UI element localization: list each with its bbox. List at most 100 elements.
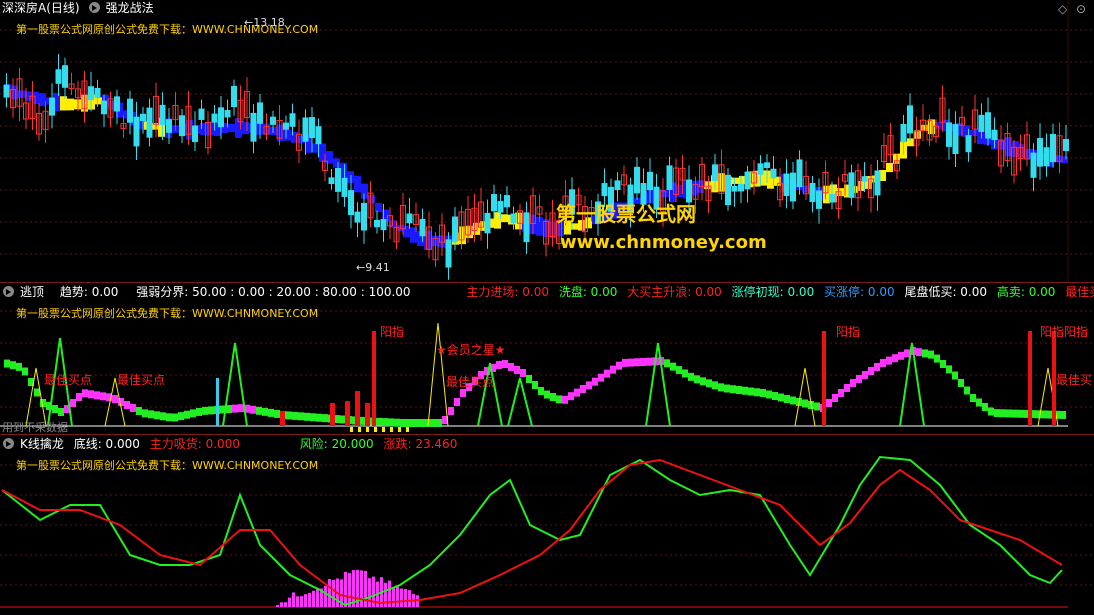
oscillator-block: [394, 418, 400, 427]
trend-band-block: [375, 202, 382, 213]
trend-band-block: [340, 162, 347, 178]
oscillator-block: [406, 419, 412, 427]
red-short-bar: [345, 401, 350, 426]
escape-top-header: 逃顶 趋势: 0.00 强弱分界: 50.00 : 0.00 : 20.00 :…: [0, 284, 1094, 300]
oscillator-block: [682, 369, 688, 378]
settings-diamond-icon[interactable]: ◇: [1058, 2, 1067, 16]
candle-body: [731, 185, 738, 192]
period-label: (日线): [46, 1, 80, 15]
oscillator-block: [94, 391, 100, 400]
accumulation-bar: [312, 590, 315, 607]
candle-body: [445, 239, 452, 268]
oscillator-block: [310, 413, 316, 422]
oscillator-block: [1012, 409, 1018, 418]
candle-body: [1063, 139, 1069, 152]
oscillator-block: [736, 386, 742, 394]
accumulation-bar: [296, 596, 299, 607]
candle-body: [991, 129, 998, 141]
candle-body: [380, 218, 387, 231]
accumulation-bar: [400, 588, 403, 607]
main-chart-panel[interactable]: 深深房A(日线) 强龙战法 第一股票公式网原创公式免费下载：WWW.CHNMONE…: [0, 0, 1094, 282]
oscillator-block: [556, 395, 562, 404]
indicator-name[interactable]: 强龙战法: [106, 1, 154, 15]
candle-body: [634, 166, 640, 194]
trend-band-block: [277, 124, 284, 142]
oscillator-block: [718, 383, 724, 392]
candle-body: [250, 112, 257, 142]
oscillator-block: [16, 362, 22, 371]
kline-dragon-panel[interactable]: K线擒龙 底线: 0.000 主力吸货: 0.000 风险: 20.000 涨跌…: [0, 434, 1094, 615]
candle-body: [614, 180, 621, 191]
candle-body: [1043, 147, 1050, 167]
oscillator-block: [598, 373, 604, 382]
oscillator-block: [274, 409, 280, 418]
indicator-toggle-icon[interactable]: [3, 438, 14, 449]
oscillator-block: [712, 381, 718, 390]
oscillator-block: [604, 369, 610, 378]
candle-body: [218, 107, 224, 128]
risk-line: [1, 455, 1063, 607]
trend-line: [1, 458, 1063, 605]
trend-band-block: [186, 120, 193, 140]
indicator-toggle-icon[interactable]: [88, 2, 100, 13]
candle-body: [315, 126, 322, 145]
candle-body: [965, 135, 972, 153]
oscillator-block: [544, 390, 550, 399]
oscillator-block: [874, 363, 880, 371]
oscillator-block: [460, 389, 466, 397]
collapse-icon[interactable]: ⊙: [1076, 2, 1086, 16]
candle-body: [978, 114, 985, 132]
candle-body: [146, 107, 153, 138]
candle-body: [848, 172, 855, 198]
cyan-bar: [216, 378, 219, 426]
oscillator-block: [856, 375, 862, 383]
candle-body: [198, 108, 205, 120]
candle-body: [1030, 152, 1037, 178]
oscillator-block: [268, 408, 274, 417]
mid-item: 涨停初现: 0.00: [731, 285, 815, 299]
oscillator-block: [802, 399, 808, 408]
indicator-name[interactable]: 逃顶: [20, 285, 44, 299]
mid-item: 尾盘低买: 0.00: [904, 285, 988, 299]
candle-body: [127, 98, 133, 123]
oscillator-block: [190, 409, 196, 418]
trend-band-block: [228, 123, 235, 133]
escape-top-panel[interactable]: 逃顶 趋势: 0.00 强弱分界: 50.00 : 0.00 : 20.00 :…: [0, 282, 1094, 435]
tick-mark: [398, 427, 401, 432]
oscillator-block: [34, 388, 40, 397]
oscillator-block: [448, 407, 454, 415]
trend-band-block: [284, 129, 291, 141]
oscillator-block: [502, 360, 508, 368]
candle-body: [452, 216, 458, 243]
accumulation-bar: [332, 579, 335, 607]
oscillator-block: [82, 389, 88, 398]
oscillator-block: [172, 413, 178, 422]
candle-body: [874, 170, 881, 196]
oscillator-block: [964, 386, 970, 395]
oscillator-block: [58, 408, 64, 416]
oscillator-block: [700, 377, 706, 386]
candle-body: [257, 102, 263, 124]
oscillator-block: [928, 350, 934, 359]
ad-text: 第一股票公式网原创公式免费下载：WWW.CHNMONEY.COM: [16, 307, 319, 320]
indicator-name[interactable]: K线擒龙: [20, 437, 64, 451]
accumulation-bar: [348, 573, 351, 607]
accumulation-bar: [328, 578, 331, 607]
accumulation-bar: [304, 594, 307, 607]
mid-item: 洗盘: 0.00: [558, 285, 618, 299]
indicator-toggle-icon[interactable]: [3, 286, 14, 297]
oscillator-block: [538, 387, 544, 395]
trend-band-block: [67, 98, 74, 111]
candle-body: [946, 122, 952, 147]
oscillator-block: [112, 395, 118, 403]
accumulation-bar: [396, 585, 399, 607]
oscillator-block: [982, 403, 988, 411]
price-chart[interactable]: [0, 0, 1094, 282]
data-notice: 用到不采数据: [2, 421, 68, 434]
bottom-item: 底线: 0.000: [73, 437, 140, 451]
oscillator-block: [166, 413, 172, 422]
candle-body: [289, 113, 296, 127]
candle-body: [1037, 138, 1043, 167]
red-short-bar: [355, 391, 360, 426]
candle-body: [510, 213, 517, 224]
